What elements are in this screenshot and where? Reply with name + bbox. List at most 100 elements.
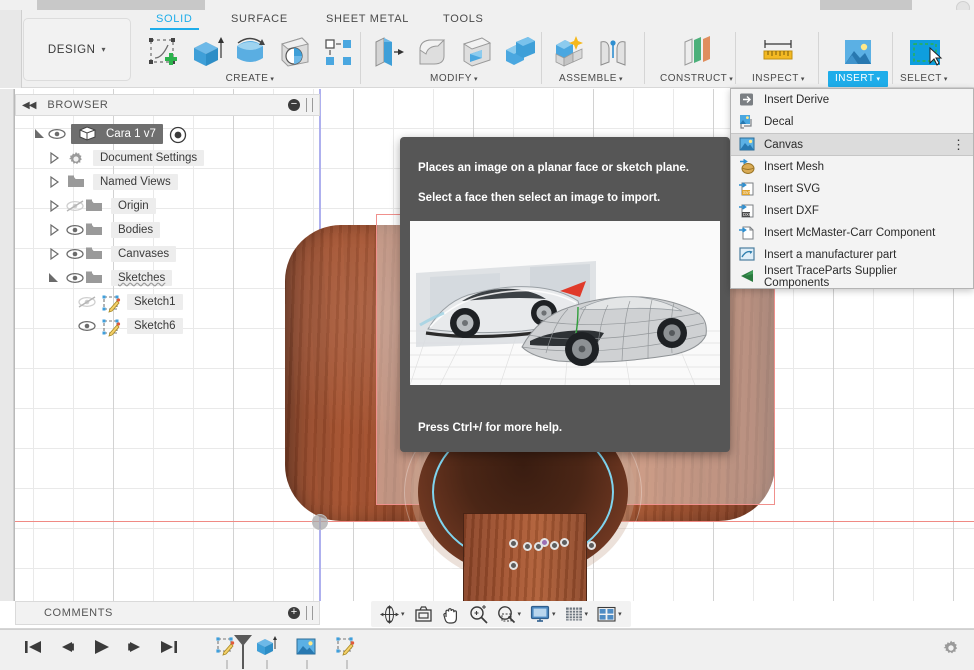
- menu-item-insert-svg[interactable]: SVG Insert SVG: [731, 178, 973, 200]
- sketch-point[interactable]: [509, 539, 518, 548]
- gear-icon[interactable]: [942, 639, 960, 657]
- ribbon-left-rail: [0, 10, 22, 88]
- visibility-eye-icon[interactable]: [65, 271, 85, 285]
- zoom-window-button[interactable]: ▾: [494, 603, 525, 625]
- select-window-icon[interactable]: [904, 32, 944, 72]
- tree-item-canvases[interactable]: Canvases: [15, 242, 315, 266]
- go-to-end-icon[interactable]: [158, 636, 180, 660]
- timeline-feature-canvas[interactable]: [294, 635, 320, 669]
- expander-closed-icon[interactable]: [47, 199, 61, 213]
- menu-item-label: Insert TraceParts Supplier Components: [764, 265, 897, 289]
- combine-icon[interactable]: [500, 32, 540, 72]
- menu-item-decal[interactable]: Decal: [731, 111, 973, 133]
- sweep-icon[interactable]: [274, 32, 314, 72]
- panel-resize-grip[interactable]: [306, 606, 313, 620]
- ribbon-group-insert-label[interactable]: INSERT ▾: [828, 71, 888, 87]
- expander-closed-icon[interactable]: [47, 247, 61, 261]
- visibility-eye-icon[interactable]: [77, 319, 97, 333]
- orbit-button[interactable]: ▾: [377, 603, 408, 625]
- collapse-panel-icon[interactable]: ◀◀: [22, 100, 36, 111]
- step-forward-icon[interactable]: [124, 636, 146, 660]
- menu-item-overflow-icon[interactable]: ⋮: [952, 138, 965, 151]
- insert-mcmaster-icon: [739, 225, 757, 241]
- sketch-point[interactable]: [550, 541, 559, 550]
- menu-item-insert-manufacturer-part[interactable]: Insert a manufacturer part: [731, 244, 973, 266]
- add-comment-icon[interactable]: +: [288, 607, 300, 619]
- tree-item-component[interactable]: Cara 1 v7: [15, 122, 315, 146]
- decal-icon: [739, 114, 757, 130]
- insert-image-icon[interactable]: [838, 32, 878, 72]
- panel-resize-grip[interactable]: [306, 98, 313, 112]
- timeline-feature-sketch-2[interactable]: [334, 635, 360, 669]
- expander-closed-icon[interactable]: [47, 175, 61, 189]
- tree-item-sketch6[interactable]: Sketch6: [15, 314, 315, 338]
- ribbon-group-assemble-label[interactable]: ASSEMBLE ▾: [559, 73, 623, 84]
- menu-item-insert-traceparts[interactable]: Insert TraceParts Supplier Components: [731, 265, 973, 289]
- ribbon-group-construct-label[interactable]: CONSTRUCT ▾: [660, 73, 733, 84]
- visibility-eye-icon[interactable]: [47, 127, 67, 141]
- ribbon-group-modify-label[interactable]: MODIFY ▾: [430, 73, 478, 84]
- tree-item-bodies[interactable]: Bodies: [15, 218, 315, 242]
- workspace-selector[interactable]: DESIGN ▾: [23, 18, 131, 81]
- sketch-icon: [101, 318, 123, 337]
- visibility-eye-icon[interactable]: [65, 247, 85, 261]
- expander-open-icon[interactable]: [47, 271, 61, 285]
- new-component-icon[interactable]: [549, 32, 589, 72]
- menu-item-insert-mesh[interactable]: Insert Mesh: [731, 156, 973, 178]
- sketch-point-selected[interactable]: [540, 538, 549, 547]
- sketch-point[interactable]: [509, 561, 518, 570]
- revolve-icon[interactable]: [230, 32, 270, 72]
- tree-item-sketches[interactable]: Sketches: [15, 266, 315, 290]
- sketch-point[interactable]: [587, 541, 596, 550]
- grid-snaps-button[interactable]: ▾: [562, 603, 592, 625]
- play-icon[interactable]: [90, 636, 112, 660]
- tree-item-named-views[interactable]: Named Views: [15, 170, 315, 194]
- offset-plane-icon[interactable]: [677, 32, 717, 72]
- measure-icon[interactable]: [758, 32, 798, 72]
- press-pull-icon[interactable]: [368, 32, 408, 72]
- insert-manufacturer-icon: [739, 247, 757, 263]
- fillet-icon[interactable]: [412, 32, 452, 72]
- step-back-icon[interactable]: [56, 636, 78, 660]
- zoom-button[interactable]: [466, 603, 491, 625]
- visibility-eye-icon[interactable]: [65, 223, 85, 237]
- sketch-point[interactable]: [560, 538, 569, 547]
- display-settings-button[interactable]: ▾: [527, 603, 559, 625]
- guitar-neck-block[interactable]: [463, 513, 587, 601]
- look-at-button[interactable]: [411, 603, 436, 625]
- timeline-controls: [22, 635, 360, 669]
- tree-item-sketch1[interactable]: Sketch1: [15, 290, 315, 314]
- ribbon-group-inspect-label[interactable]: INSPECT ▾: [752, 73, 805, 84]
- tab-surface[interactable]: SURFACE: [231, 13, 288, 25]
- tab-tools[interactable]: TOOLS: [443, 13, 484, 25]
- expander-closed-icon[interactable]: [47, 223, 61, 237]
- joint-icon[interactable]: [593, 32, 633, 72]
- tab-sheet-metal[interactable]: SHEET METAL: [326, 13, 409, 25]
- go-to-beginning-icon[interactable]: [22, 636, 44, 660]
- pattern-icon[interactable]: [318, 32, 358, 72]
- shell-icon[interactable]: [456, 32, 496, 72]
- visibility-hidden-icon[interactable]: [77, 295, 97, 309]
- expander-open-icon[interactable]: [33, 127, 47, 141]
- ribbon-group-select-label[interactable]: SELECT ▾: [900, 73, 948, 84]
- activate-component-icon[interactable]: [169, 126, 191, 144]
- tab-solid[interactable]: SOLID: [150, 13, 198, 30]
- sketch-point[interactable]: [523, 542, 532, 551]
- menu-item-insert-derive[interactable]: Insert Derive: [731, 89, 973, 111]
- tree-item-origin[interactable]: Origin: [15, 194, 315, 218]
- timeline-marker-icon[interactable]: [232, 633, 254, 669]
- tree-item-document-settings[interactable]: Document Settings: [15, 146, 315, 170]
- viewports-button[interactable]: ▾: [594, 603, 625, 625]
- ribbon-group-create-label[interactable]: CREATE ▾: [226, 73, 275, 84]
- pan-button[interactable]: [439, 603, 463, 625]
- create-sketch-icon[interactable]: [142, 32, 182, 72]
- expander-closed-icon[interactable]: [47, 151, 61, 165]
- origin-point[interactable]: [312, 514, 328, 530]
- menu-item-insert-dxf[interactable]: DXF Insert DXF: [731, 200, 973, 222]
- menu-item-canvas[interactable]: Canvas ⋮: [731, 133, 973, 156]
- visibility-hidden-icon[interactable]: [65, 199, 85, 213]
- menu-item-insert-mcmaster[interactable]: Insert McMaster-Carr Component: [731, 222, 973, 244]
- timeline-feature-extrude[interactable]: [254, 635, 280, 669]
- minimize-icon[interactable]: −: [288, 99, 300, 111]
- extrude-icon[interactable]: [186, 32, 226, 72]
